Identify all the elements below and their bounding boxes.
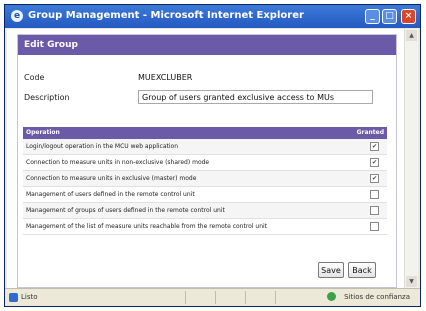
- trusted-zone-icon: [327, 292, 336, 301]
- description-field[interactable]: Group of users granted exclusive access …: [138, 90, 373, 104]
- status-divider: [245, 291, 246, 304]
- internet-explorer-icon: e: [11, 10, 23, 22]
- panel-title: Edit Group: [18, 35, 396, 55]
- status-divider: [275, 291, 276, 304]
- table-row: Login/logout operation in the MCU web ap…: [23, 139, 387, 155]
- operation-name: Management of groups of users defined in…: [26, 207, 225, 214]
- table-row: Management of users defined in the remot…: [23, 187, 387, 203]
- status-bar: Listo Sitios de confianza: [5, 288, 420, 306]
- edit-group-panel: Edit Group Code MUEXCLUBER Description G…: [17, 34, 397, 288]
- title-bar: e Group Management - Microsoft Internet …: [5, 5, 420, 28]
- code-value: MUEXCLUBER: [138, 73, 193, 82]
- granted-column-header: Granted: [356, 129, 384, 136]
- code-label: Code: [24, 73, 45, 82]
- scroll-up-icon[interactable]: ▲: [406, 30, 417, 41]
- browser-window: e Group Management - Microsoft Internet …: [4, 4, 421, 307]
- operation-name: Login/logout operation in the MCU web ap…: [26, 143, 179, 150]
- page-content: Edit Group Code MUEXCLUBER Description G…: [7, 29, 418, 288]
- table-row: Connection to measure units in exclusive…: [23, 171, 387, 187]
- table-row: Management of the list of measure units …: [23, 219, 387, 235]
- granted-checkbox[interactable]: ✔: [370, 142, 379, 151]
- status-divider: [185, 291, 186, 304]
- page-status-icon: [9, 293, 18, 302]
- operation-name: Connection to measure units in exclusive…: [26, 175, 197, 182]
- operation-column-header: Operation: [26, 129, 60, 136]
- back-button[interactable]: Back: [348, 262, 376, 278]
- table-header: Operation Granted: [23, 127, 387, 139]
- description-label: Description: [24, 93, 70, 102]
- table-row: Management of groups of users defined in…: [23, 203, 387, 219]
- granted-checkbox[interactable]: [370, 222, 379, 231]
- window-title: Group Management - Microsoft Internet Ex…: [28, 10, 304, 21]
- maximize-button[interactable]: □: [382, 9, 397, 24]
- operation-name: Connection to measure units in non-exclu…: [26, 159, 210, 166]
- minimize-button[interactable]: _: [365, 9, 380, 24]
- status-text: Listo: [21, 293, 38, 301]
- operation-name: Management of the list of measure units …: [26, 223, 268, 230]
- scroll-down-icon[interactable]: ▼: [406, 276, 417, 287]
- table-row: Connection to measure units in non-exclu…: [23, 155, 387, 171]
- vertical-scrollbar[interactable]: ▲ ▼: [404, 29, 418, 288]
- operations-table: Operation Granted Login/logout operation…: [23, 127, 387, 235]
- operation-name: Management of users defined in the remot…: [26, 191, 195, 198]
- granted-checkbox[interactable]: ✔: [370, 158, 379, 167]
- save-button[interactable]: Save: [318, 262, 344, 278]
- status-divider: [215, 291, 216, 304]
- close-button[interactable]: ×: [401, 9, 416, 24]
- security-zone-text: Sitios de confianza: [344, 293, 410, 301]
- granted-checkbox[interactable]: [370, 206, 379, 215]
- granted-checkbox[interactable]: ✔: [370, 174, 379, 183]
- granted-checkbox[interactable]: [370, 190, 379, 199]
